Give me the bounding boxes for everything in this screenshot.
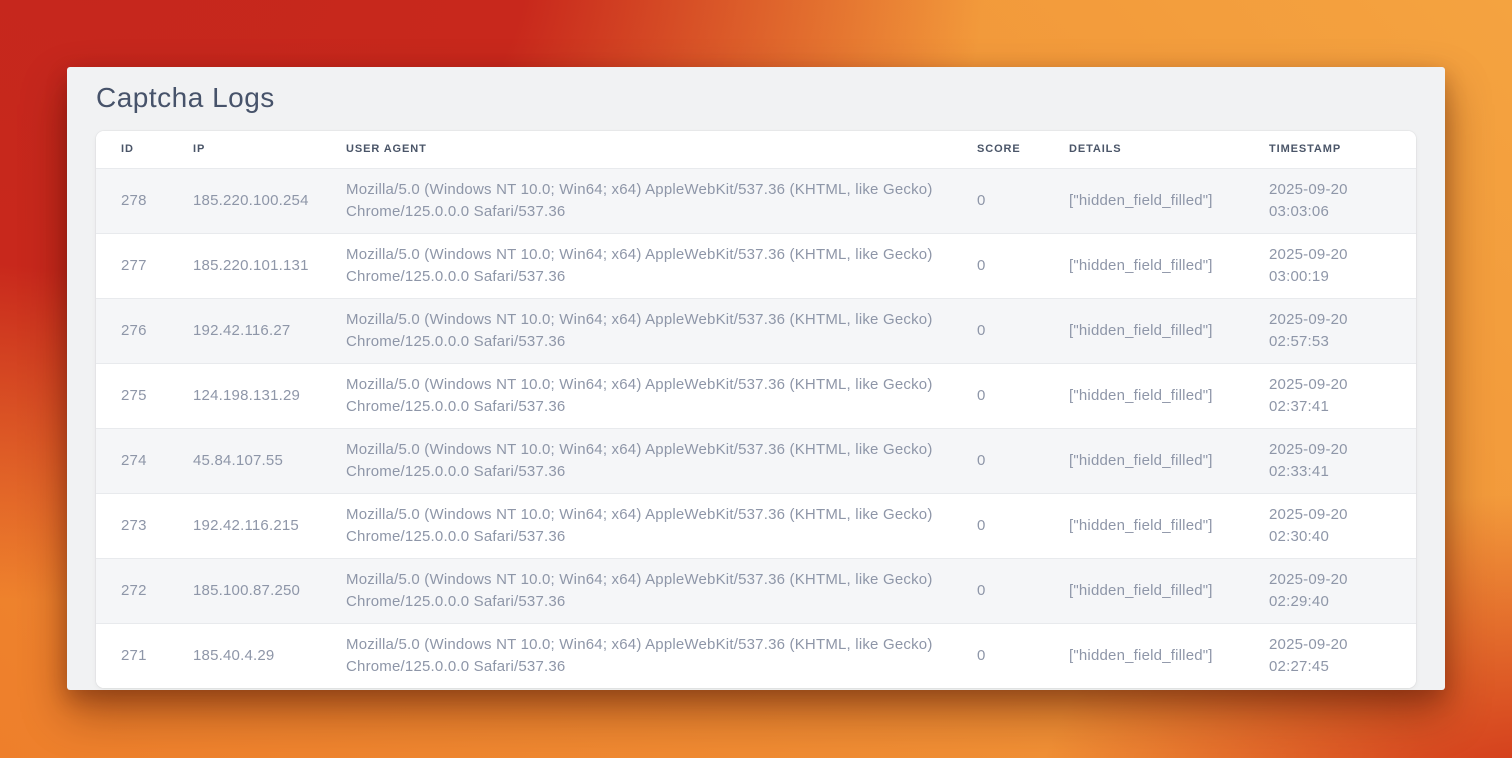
logs-table-panel: ID IP USER AGENT SCORE DETAILS TIMESTAMP…: [96, 131, 1416, 688]
cell-user-agent: Mozilla/5.0 (Windows NT 10.0; Win64; x64…: [321, 168, 952, 233]
column-header-timestamp: TIMESTAMP: [1244, 131, 1416, 168]
column-header-ip: IP: [168, 131, 321, 168]
cell-score: 0: [952, 558, 1044, 623]
cell-id: 275: [96, 363, 168, 428]
table-row: 272185.100.87.250Mozilla/5.0 (Windows NT…: [96, 558, 1416, 623]
table-row: 278185.220.100.254Mozilla/5.0 (Windows N…: [96, 168, 1416, 233]
cell-timestamp: 2025-09-20 02:57:53: [1244, 298, 1416, 363]
cell-details: ["hidden_field_filled"]: [1044, 233, 1244, 298]
cell-timestamp: 2025-09-20 02:30:40: [1244, 493, 1416, 558]
cell-details: ["hidden_field_filled"]: [1044, 428, 1244, 493]
cell-user-agent: Mozilla/5.0 (Windows NT 10.0; Win64; x64…: [321, 233, 952, 298]
cell-timestamp: 2025-09-20 03:03:06: [1244, 168, 1416, 233]
column-header-id: ID: [96, 131, 168, 168]
cell-details: ["hidden_field_filled"]: [1044, 168, 1244, 233]
cell-ip: 185.40.4.29: [168, 623, 321, 688]
cell-details: ["hidden_field_filled"]: [1044, 493, 1244, 558]
cell-ip: 192.42.116.215: [168, 493, 321, 558]
cell-score: 0: [952, 168, 1044, 233]
cell-id: 272: [96, 558, 168, 623]
cell-user-agent: Mozilla/5.0 (Windows NT 10.0; Win64; x64…: [321, 428, 952, 493]
cell-id: 273: [96, 493, 168, 558]
cell-timestamp: 2025-09-20 02:29:40: [1244, 558, 1416, 623]
cell-user-agent: Mozilla/5.0 (Windows NT 10.0; Win64; x64…: [321, 558, 952, 623]
cell-score: 0: [952, 493, 1044, 558]
captcha-logs-table: ID IP USER AGENT SCORE DETAILS TIMESTAMP…: [96, 131, 1416, 688]
table-row: 271185.40.4.29Mozilla/5.0 (Windows NT 10…: [96, 623, 1416, 688]
cell-ip: 45.84.107.55: [168, 428, 321, 493]
desktop-background: { "title": "Captcha Logs", "table": { "c…: [0, 0, 1512, 758]
cell-id: 274: [96, 428, 168, 493]
cell-details: ["hidden_field_filled"]: [1044, 558, 1244, 623]
column-header-score: SCORE: [952, 131, 1044, 168]
cell-ip: 192.42.116.27: [168, 298, 321, 363]
table-row: 277185.220.101.131Mozilla/5.0 (Windows N…: [96, 233, 1416, 298]
table-header: ID IP USER AGENT SCORE DETAILS TIMESTAMP: [96, 131, 1416, 168]
cell-user-agent: Mozilla/5.0 (Windows NT 10.0; Win64; x64…: [321, 493, 952, 558]
cell-ip: 124.198.131.29: [168, 363, 321, 428]
cell-id: 278: [96, 168, 168, 233]
table-header-row: ID IP USER AGENT SCORE DETAILS TIMESTAMP: [96, 131, 1416, 168]
captcha-logs-card: Captcha Logs ID IP USER AGENT SCORE DETA…: [67, 67, 1445, 690]
table-row: 273192.42.116.215Mozilla/5.0 (Windows NT…: [96, 493, 1416, 558]
cell-score: 0: [952, 363, 1044, 428]
cell-timestamp: 2025-09-20 03:00:19: [1244, 233, 1416, 298]
table-body: 278185.220.100.254Mozilla/5.0 (Windows N…: [96, 168, 1416, 688]
cell-timestamp: 2025-09-20 02:37:41: [1244, 363, 1416, 428]
table-row: 27445.84.107.55Mozilla/5.0 (Windows NT 1…: [96, 428, 1416, 493]
cell-score: 0: [952, 623, 1044, 688]
cell-details: ["hidden_field_filled"]: [1044, 363, 1244, 428]
table-row: 276192.42.116.27Mozilla/5.0 (Windows NT …: [96, 298, 1416, 363]
cell-score: 0: [952, 233, 1044, 298]
cell-ip: 185.220.100.254: [168, 168, 321, 233]
column-header-user-agent: USER AGENT: [321, 131, 952, 168]
cell-timestamp: 2025-09-20 02:33:41: [1244, 428, 1416, 493]
column-header-details: DETAILS: [1044, 131, 1244, 168]
cell-id: 271: [96, 623, 168, 688]
cell-details: ["hidden_field_filled"]: [1044, 623, 1244, 688]
cell-id: 276: [96, 298, 168, 363]
cell-score: 0: [952, 428, 1044, 493]
cell-score: 0: [952, 298, 1044, 363]
cell-ip: 185.220.101.131: [168, 233, 321, 298]
cell-ip: 185.100.87.250: [168, 558, 321, 623]
page-title: Captcha Logs: [96, 81, 1416, 115]
cell-user-agent: Mozilla/5.0 (Windows NT 10.0; Win64; x64…: [321, 363, 952, 428]
cell-details: ["hidden_field_filled"]: [1044, 298, 1244, 363]
cell-user-agent: Mozilla/5.0 (Windows NT 10.0; Win64; x64…: [321, 298, 952, 363]
cell-id: 277: [96, 233, 168, 298]
cell-timestamp: 2025-09-20 02:27:45: [1244, 623, 1416, 688]
table-row: 275124.198.131.29Mozilla/5.0 (Windows NT…: [96, 363, 1416, 428]
cell-user-agent: Mozilla/5.0 (Windows NT 10.0; Win64; x64…: [321, 623, 952, 688]
